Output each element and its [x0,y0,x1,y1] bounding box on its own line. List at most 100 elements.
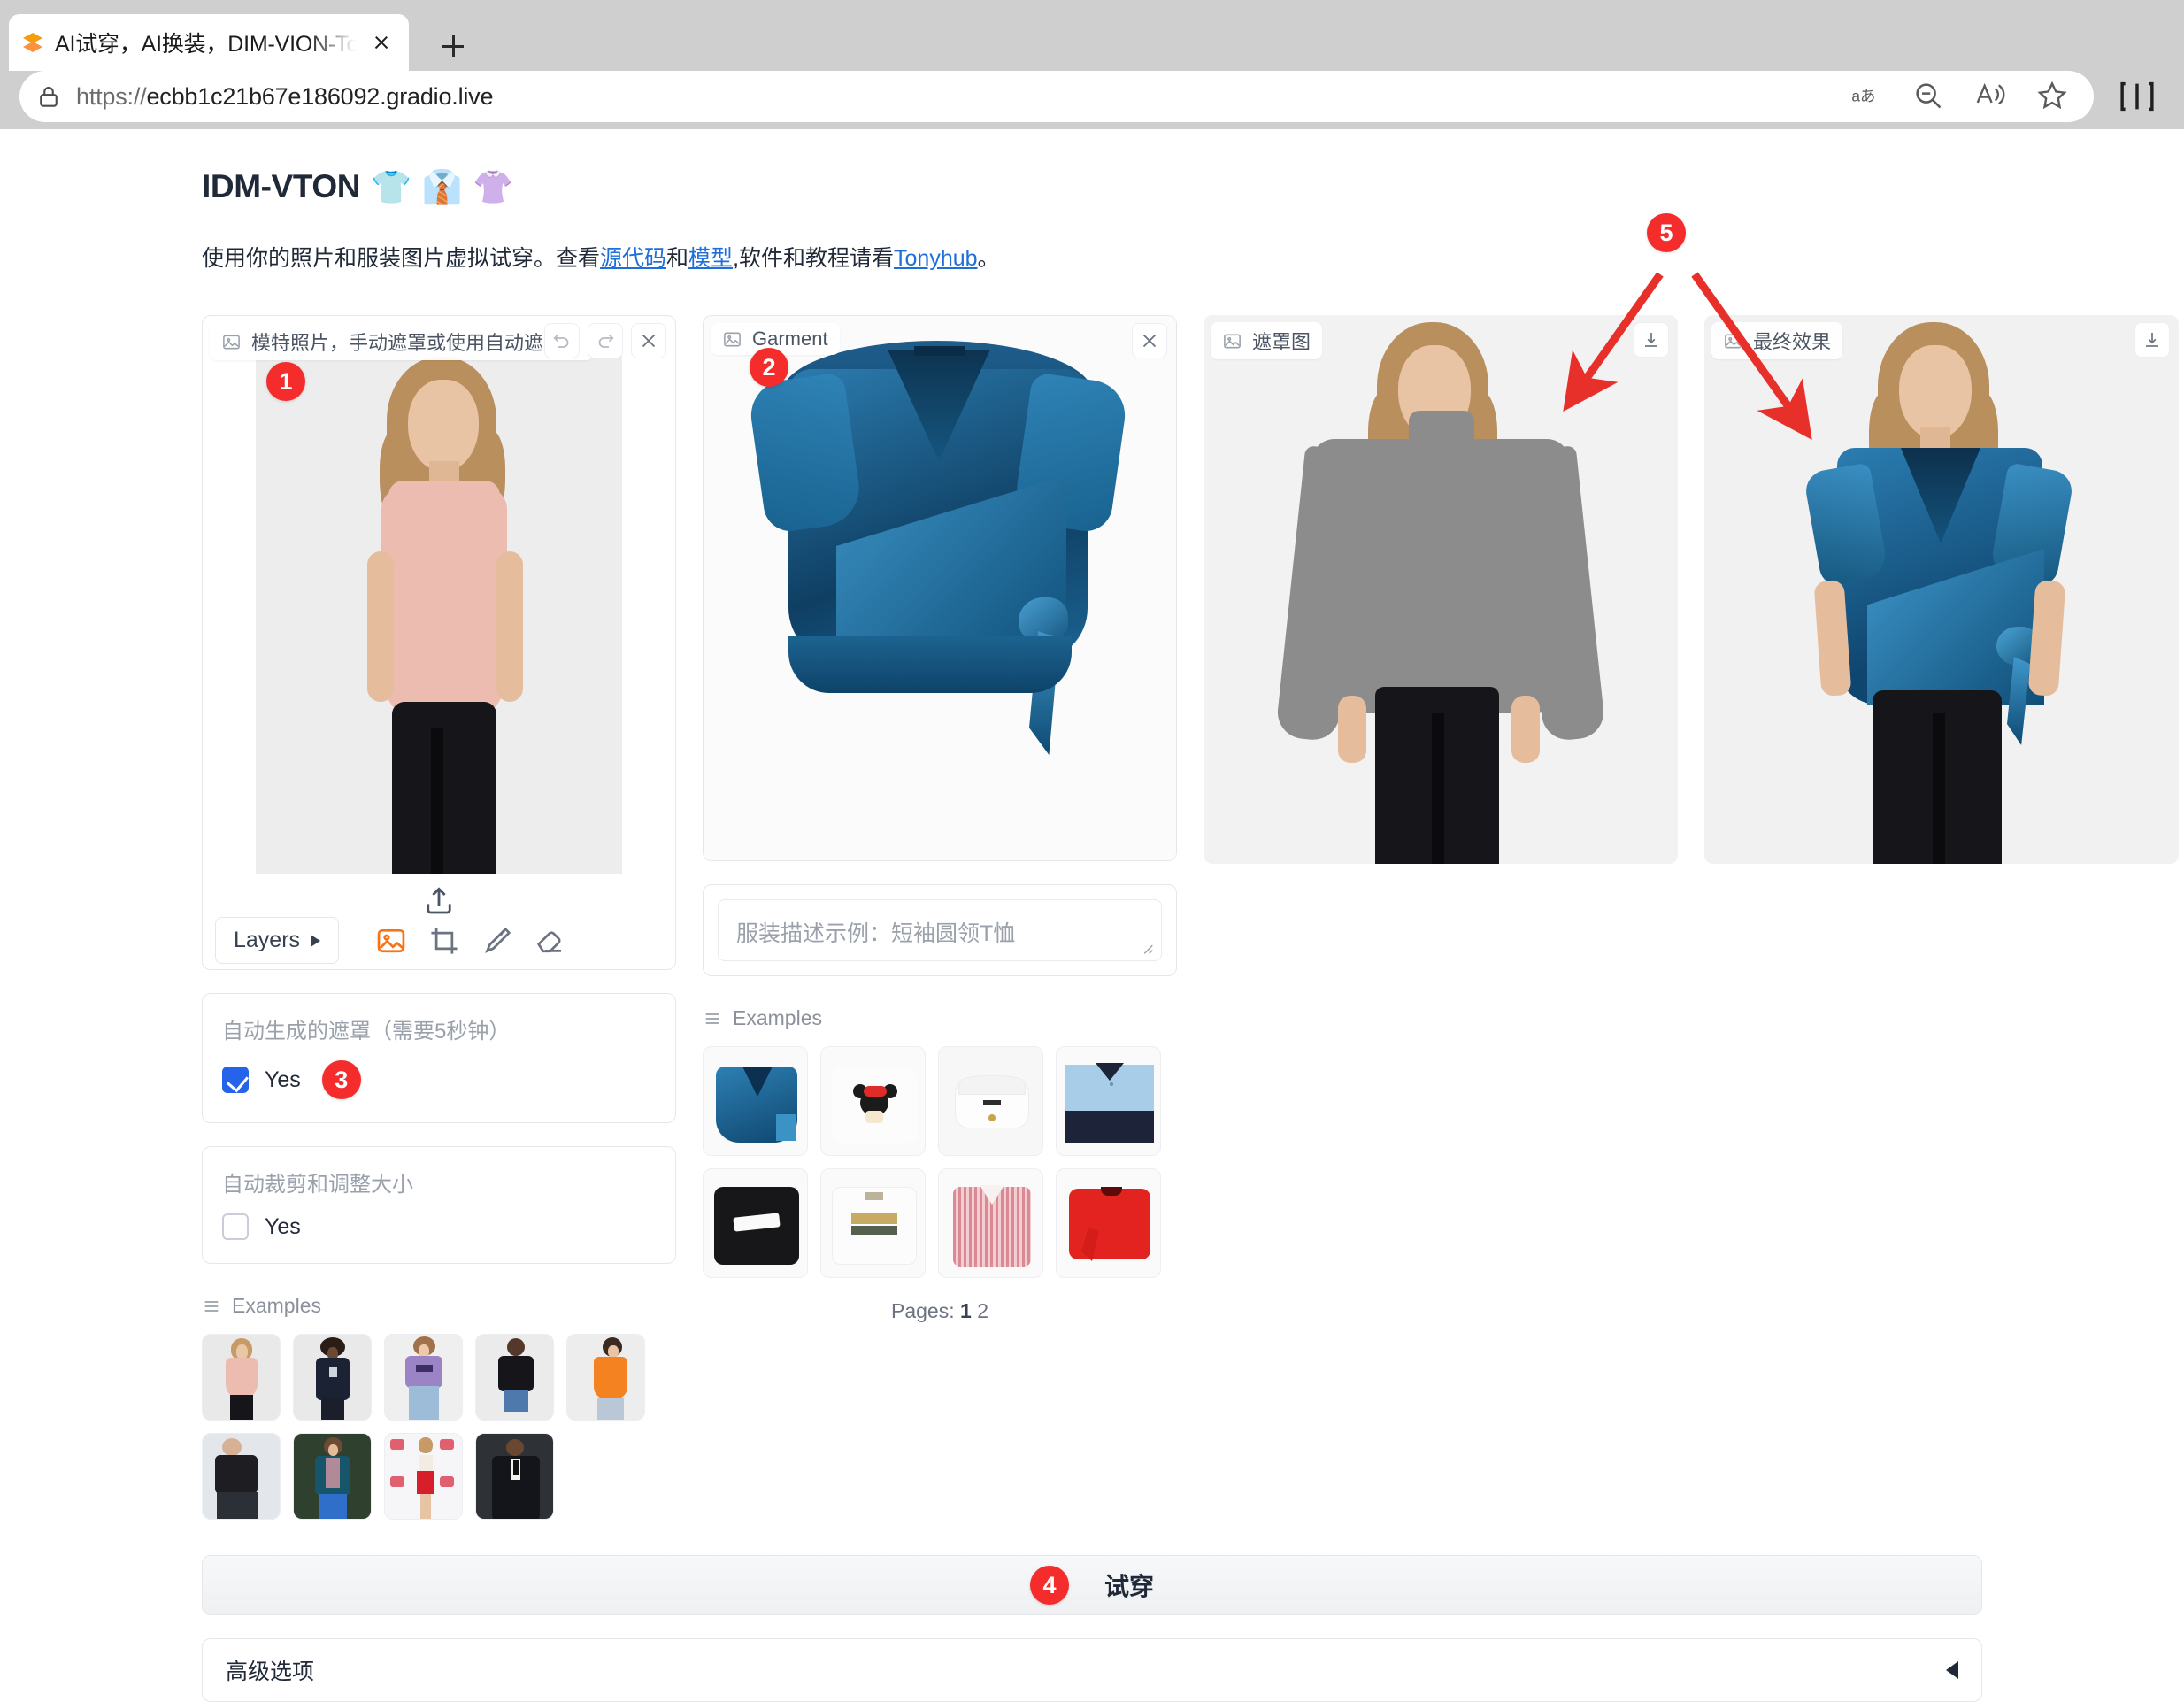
example-thumb[interactable] [384,1433,463,1520]
garment-examples-grid [703,1046,1177,1278]
browser-tab[interactable]: AI试穿，AI换装，DIM-VION-Ton [9,14,409,71]
annotation-marker-1: 1 [266,362,305,401]
example-thumb[interactable] [703,1046,808,1156]
brush-tool-icon[interactable] [481,924,514,958]
mask-image-panel: 遮罩图 [1204,315,1678,864]
url-scheme: https:// [76,82,147,110]
result-column: 最终效果 [1704,315,2179,864]
split-screen-icon[interactable] [2117,76,2157,117]
new-tab-button[interactable] [434,27,473,65]
auto-crop-card: 自动裁剪和调整大小 Yes [202,1146,676,1264]
auto-mask-label: 自动生成的遮罩（需要5秒钟） [222,1020,511,1044]
browser-toolbar: https://ecbb1c21b67e186092.gradio.live a… [0,64,2184,129]
auto-crop-row[interactable]: Yes [222,1213,656,1240]
url-text: https://ecbb1c21b67e186092.gradio.live [76,83,493,111]
tshirt-emoji-1: 👕 [371,168,411,205]
tab-title: AI试穿，AI换装，DIM-VION-Ton [55,32,356,57]
model-examples-grid [202,1334,676,1520]
undo-icon[interactable] [544,323,580,358]
auto-mask-checkbox-label: Yes [265,1067,301,1092]
result-image-stage [1704,315,2179,864]
model-image-stage[interactable]: 1 [203,316,675,874]
annotation-marker-2: 2 [750,348,788,387]
mask-panel-label: 遮罩图 [1252,331,1311,353]
result-panel-header: 最终效果 [1711,322,1843,359]
model-examples-header: Examples [202,1294,676,1318]
close-icon[interactable] [631,323,666,358]
close-icon[interactable] [1132,323,1167,358]
garment-prompt-input[interactable]: 服装描述示例：短袖圆领T恤 [718,899,1162,961]
main-columns: 模特照片，手动遮罩或使用自动遮罩。 1 Layers 自动生成的遮罩（需要5秒钟… [202,315,2179,1520]
model-panel-label: 模特照片，手动遮罩或使用自动遮罩。 [251,332,583,354]
example-thumb[interactable] [820,1168,926,1278]
result-panel-tools [2134,322,2170,358]
auto-mask-card: 自动生成的遮罩（需要5秒钟） Yes 3 [202,993,676,1123]
model-editor-bar: Layers [203,874,675,969]
favorite-star-icon[interactable] [2035,79,2071,114]
mask-image-stage [1204,315,1678,864]
tonyhub-link[interactable]: Tonyhub [894,246,978,271]
desc-lead: 使用你的照片和服装图片虚拟试穿。查看 [202,246,601,271]
advanced-options-accordion[interactable]: 高级选项 [202,1638,1982,1702]
mask-photo [1204,315,1678,864]
example-thumb[interactable] [1056,1046,1161,1156]
example-thumb[interactable] [566,1334,645,1421]
garment-prompt-card: 服装描述示例：短袖圆领T恤 [703,884,1177,976]
blouse-emoji-3: 👚 [473,168,514,205]
download-icon[interactable] [1634,322,1669,358]
picture-icon [1723,331,1743,351]
zoom-out-icon[interactable] [1911,79,1947,114]
auto-crop-label: 自动裁剪和调整大小 [222,1173,413,1197]
result-panel-label: 最终效果 [1753,331,1832,353]
garment-image-stage[interactable]: 2 [704,316,1176,860]
eraser-tool-icon[interactable] [534,924,567,958]
desc-mid-2: ,软件和教程请看 [733,246,895,271]
auto-crop-checkbox[interactable] [222,1213,249,1240]
browser-titlebar: AI试穿，AI换装，DIM-VION-Ton [0,0,2184,71]
result-image-panel: 最终效果 [1704,315,2179,864]
example-thumb[interactable] [938,1168,1043,1278]
address-bar[interactable]: https://ecbb1c21b67e186092.gradio.live a… [19,71,2094,122]
upload-icon[interactable] [420,882,458,919]
garment-image-panel[interactable]: Garment 2 [703,315,1177,861]
source-code-link[interactable]: 源代码 [600,246,666,271]
page-2-button[interactable]: 2 [977,1299,988,1322]
read-aloud-icon[interactable] [1973,79,2009,114]
example-thumb[interactable] [293,1334,372,1421]
example-thumb[interactable] [384,1334,463,1421]
example-thumb[interactable] [202,1334,281,1421]
close-icon[interactable] [366,27,396,58]
example-thumb[interactable] [820,1046,926,1156]
auto-mask-row[interactable]: Yes 3 [222,1060,656,1099]
tryon-button[interactable]: 4 试穿 [202,1555,1982,1615]
example-thumb[interactable] [475,1334,554,1421]
caret-right-icon [311,934,321,947]
layers-button[interactable]: Layers [215,917,340,964]
download-icon[interactable] [2134,322,2170,358]
garment-examples-header: Examples [703,1006,1177,1030]
resize-handle-icon[interactable] [1136,937,1156,957]
auto-crop-checkbox-label: Yes [265,1213,301,1239]
example-thumb[interactable] [703,1168,808,1278]
model-image-panel[interactable]: 模特照片，手动遮罩或使用自动遮罩。 1 Layers [202,315,676,970]
page-description: 使用你的照片和服装图片虚拟试穿。查看源代码和模型,软件和教程请看Tonyhub。 [202,241,1982,273]
example-thumb[interactable] [202,1433,281,1520]
model-examples-label: Examples [232,1294,321,1317]
auto-mask-checkbox[interactable] [222,1067,249,1093]
model-link[interactable]: 模型 [688,246,733,271]
tab-strip: AI试穿，AI换装，DIM-VION-Ton [0,7,2184,71]
example-thumb[interactable] [475,1433,554,1520]
example-thumb[interactable] [1056,1168,1161,1278]
image-tool-icon[interactable] [374,924,408,958]
redo-icon[interactable] [588,323,623,358]
shirt-emoji-2: 👔 [421,168,463,205]
svg-text:aあ: aあ [1851,87,1875,104]
model-panel-tools [544,323,666,358]
example-thumb[interactable] [938,1046,1043,1156]
translate-icon[interactable]: aあ [1849,79,1885,114]
page-1-button[interactable]: 1 [960,1299,972,1322]
example-thumb[interactable] [293,1433,372,1520]
caret-left-icon[interactable] [1946,1661,1958,1679]
crop-tool-icon[interactable] [427,924,461,958]
mask-column: 遮罩图 [1204,315,1678,864]
